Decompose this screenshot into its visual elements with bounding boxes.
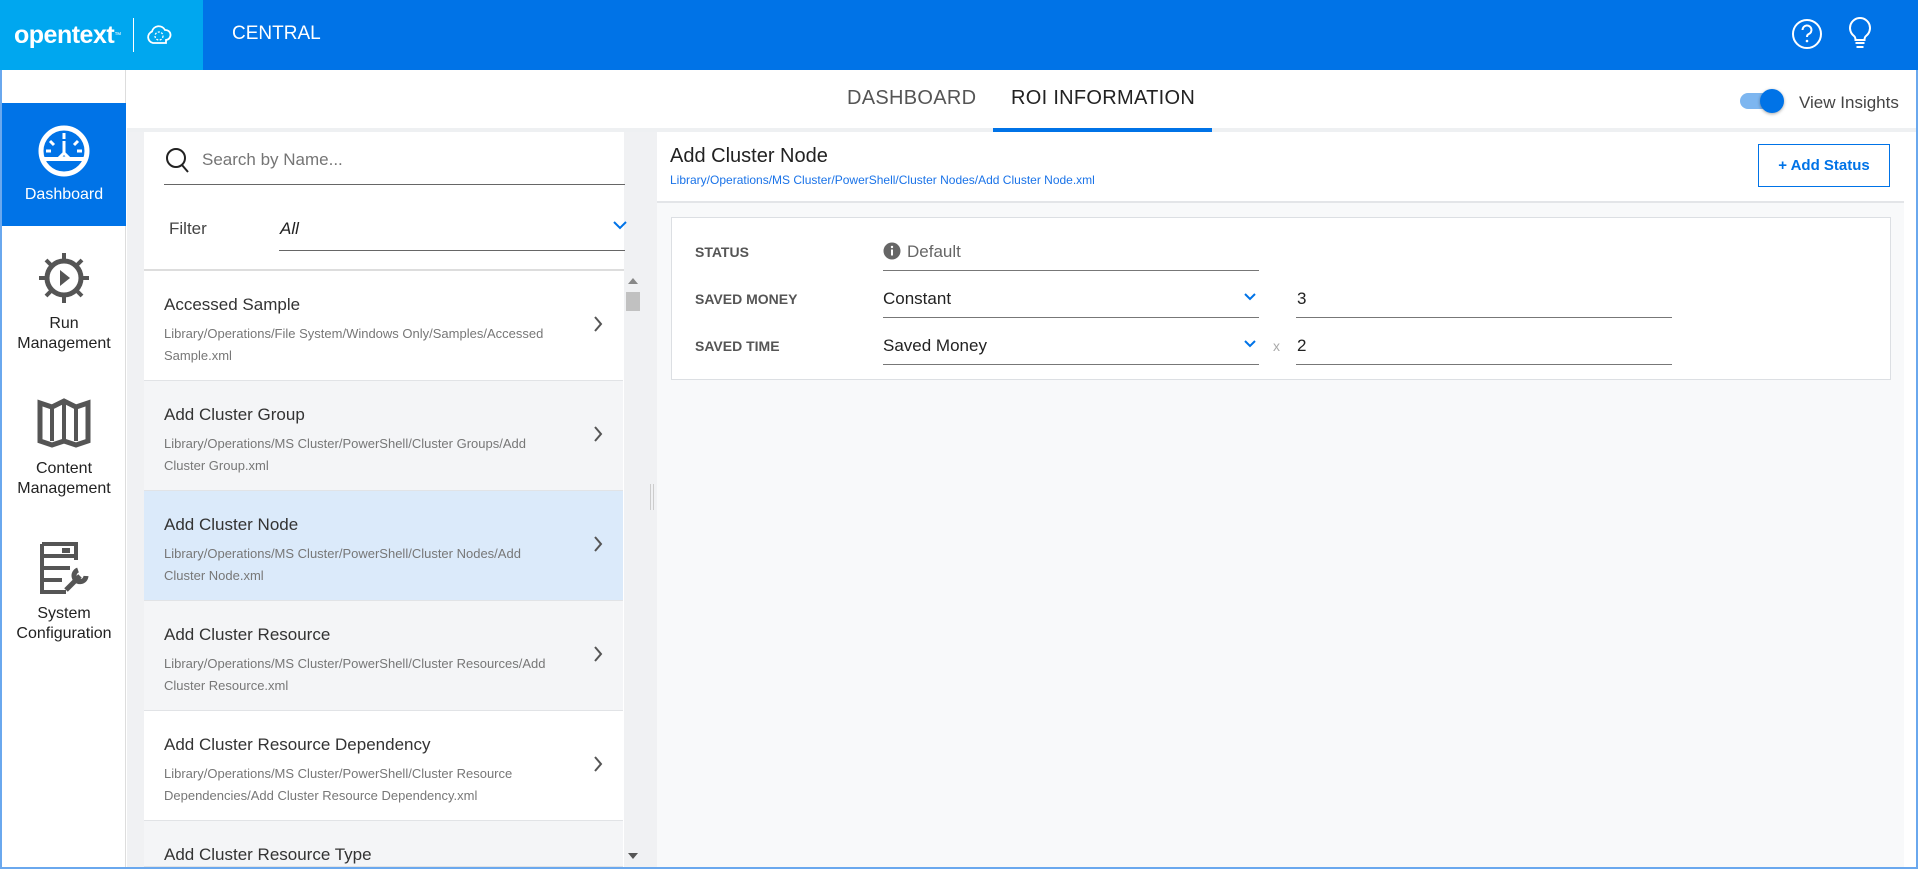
search-input[interactable]: [202, 150, 602, 170]
sidebar-label: Dashboard: [24, 186, 104, 203]
saved-time-value-underline: [1296, 364, 1672, 365]
trademark: ™: [114, 31, 122, 39]
view-insights-label: View Insights: [1799, 93, 1899, 112]
list-item[interactable]: Add Cluster Group Library/Operations/MS …: [144, 381, 623, 491]
filter-label: Filter: [169, 219, 207, 238]
view-insights-toggle[interactable]: [1740, 89, 1786, 113]
brand-name: opentext: [14, 20, 115, 49]
filter-underline: [279, 250, 625, 251]
add-status-button[interactable]: + Add Status: [1758, 144, 1890, 187]
sidebar-label: Content: [35, 460, 93, 477]
saved-money-value-underline: [1296, 317, 1672, 318]
tab-dashboard[interactable]: DASHBOARD: [847, 87, 976, 110]
tab-roi-information[interactable]: ROI INFORMATION: [1011, 87, 1195, 110]
status-value: Default: [907, 242, 961, 261]
list-item[interactable]: Add Cluster Resource Library/Operations/…: [144, 601, 623, 711]
item-path: Library/Operations/MS Cluster/PowerShell…: [164, 766, 513, 803]
sidebar-label: Configuration: [16, 625, 112, 642]
saved-time-value-input[interactable]: 2: [1297, 336, 1306, 356]
multiply-sign: x: [1273, 338, 1280, 354]
item-title: Add Cluster Group: [164, 405, 305, 424]
sidebar-label: Run: [49, 315, 79, 332]
logo-divider: [133, 18, 135, 52]
sidebar-item-run-management[interactable]: Run Management: [2, 250, 126, 354]
item-title: Add Cluster Resource Type: [164, 845, 372, 864]
search-icon: [166, 148, 189, 173]
chevron-right-icon: [594, 426, 603, 442]
saved-money-label: SAVED MONEY: [695, 291, 798, 307]
item-path: Library/Operations/MS Cluster/PowerShell…: [164, 436, 526, 473]
help-circle-icon[interactable]: [1790, 17, 1824, 51]
list-item[interactable]: Add Cluster Resource Dependency Library/…: [144, 711, 623, 821]
saved-time-type-underline: [883, 364, 1259, 365]
search-underline: [164, 184, 625, 185]
saved-time-label: SAVED TIME: [695, 338, 780, 354]
tab-bar: DASHBOARD ROI INFORMATION: [127, 70, 1916, 132]
dashboard-gauge-icon: [38, 125, 90, 177]
item-title: Accessed Sample: [164, 295, 301, 314]
pane-resize-handle[interactable]: [650, 484, 654, 510]
chevron-down-icon[interactable]: [1244, 293, 1256, 301]
sidebar-label: Management: [17, 335, 111, 352]
sidebar-item-dashboard[interactable]: Dashboard: [2, 103, 126, 226]
filter-dropdown[interactable]: All: [280, 219, 299, 239]
status-label: STATUS: [695, 244, 749, 260]
opentext-logo[interactable]: opentext ™: [0, 0, 203, 70]
saved-money-value-input[interactable]: 3: [1297, 289, 1306, 309]
chevron-right-icon: [594, 756, 603, 772]
sidebar-label: System: [37, 605, 91, 622]
item-title: Add Cluster Resource: [164, 625, 331, 644]
list-item[interactable]: Add Cluster Resource Type: [144, 821, 623, 867]
detail-title: Add Cluster Node: [670, 145, 828, 167]
server-wrench-icon: [40, 542, 89, 594]
gear-play-icon: [39, 253, 89, 303]
sidebar-item-system-configuration[interactable]: System Configuration: [2, 540, 126, 644]
detail-path-link[interactable]: Library/Operations/MS Cluster/PowerShell…: [670, 173, 1095, 187]
chevron-right-icon: [594, 646, 603, 662]
scroll-up-icon[interactable]: [628, 278, 638, 284]
scroll-down-icon[interactable]: [628, 853, 638, 859]
book-icon: [37, 398, 91, 448]
list-scrollbar[interactable]: [624, 271, 642, 867]
chevron-right-icon: [594, 536, 603, 552]
item-title: Add Cluster Resource Dependency: [164, 735, 431, 754]
list-item-selected[interactable]: Add Cluster Node Library/Operations/MS C…: [144, 491, 623, 601]
scrollbar-thumb[interactable]: [626, 292, 640, 311]
saved-money-type-select[interactable]: Constant: [883, 289, 951, 309]
item-path: Library/Operations/MS Cluster/PowerShell…: [164, 656, 546, 693]
info-icon: [883, 242, 901, 260]
status-underline: [883, 270, 1259, 271]
saved-money-type-underline: [883, 317, 1259, 318]
roi-card: [671, 217, 1891, 380]
detail-header: [657, 132, 1904, 203]
chevron-down-icon[interactable]: [613, 220, 627, 230]
item-title: Add Cluster Node: [164, 515, 299, 534]
chevron-right-icon: [594, 316, 603, 332]
sidebar: Dashboard Run Management Content Managem…: [2, 70, 126, 867]
app-name: CENTRAL: [232, 23, 321, 44]
sidebar-label: Management: [17, 480, 111, 497]
chevron-down-icon[interactable]: [1244, 340, 1256, 348]
saved-time-type-select[interactable]: Saved Money: [883, 336, 987, 356]
item-path: Library/Operations/MS Cluster/PowerShell…: [164, 546, 521, 583]
sidebar-item-content-management[interactable]: Content Management: [2, 395, 126, 499]
item-path: Library/Operations/File System/Windows O…: [164, 326, 544, 363]
lightbulb-icon[interactable]: [1845, 15, 1875, 51]
list-item[interactable]: Accessed Sample Library/Operations/File …: [144, 271, 623, 381]
cloud-icon: [147, 25, 172, 44]
